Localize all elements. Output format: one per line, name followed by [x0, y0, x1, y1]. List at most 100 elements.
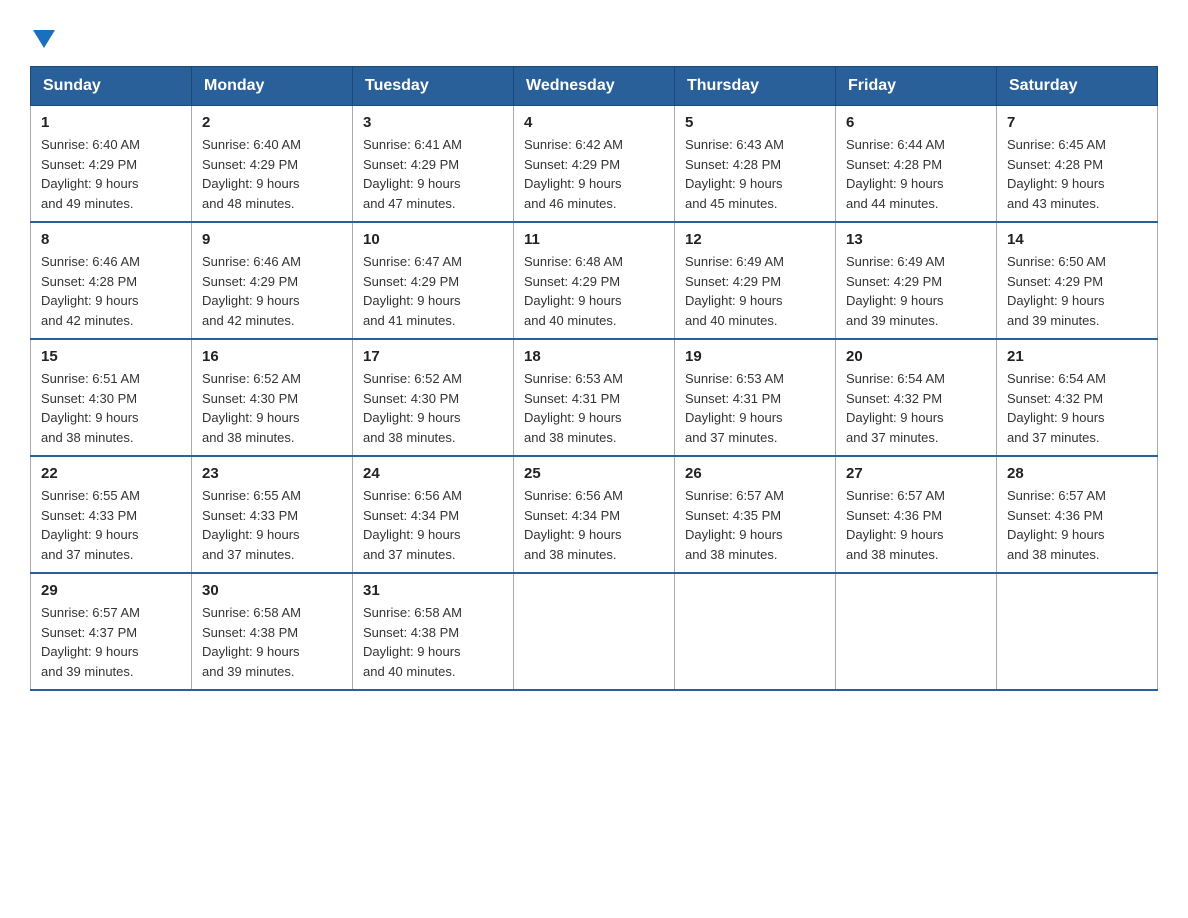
- calendar-cell: 8 Sunrise: 6:46 AMSunset: 4:28 PMDaylight…: [31, 222, 192, 339]
- day-info: Sunrise: 6:53 AMSunset: 4:31 PMDaylight:…: [685, 369, 825, 447]
- calendar-cell: 23 Sunrise: 6:55 AMSunset: 4:33 PMDayligh…: [192, 456, 353, 573]
- calendar-cell: 28 Sunrise: 6:57 AMSunset: 4:36 PMDayligh…: [997, 456, 1158, 573]
- calendar-cell: 11 Sunrise: 6:48 AMSunset: 4:29 PMDayligh…: [514, 222, 675, 339]
- day-info: Sunrise: 6:57 AMSunset: 4:35 PMDaylight:…: [685, 486, 825, 564]
- day-info: Sunrise: 6:49 AMSunset: 4:29 PMDaylight:…: [685, 252, 825, 330]
- day-info: Sunrise: 6:55 AMSunset: 4:33 PMDaylight:…: [41, 486, 181, 564]
- day-number: 29: [41, 582, 181, 599]
- calendar-cell: 24Sunrise: 6:56 AMSunset: 4:34 PMDayligh…: [353, 456, 514, 573]
- weekday-header-tuesday: Tuesday: [353, 67, 514, 106]
- day-info: Sunrise: 6:56 AMSunset: 4:34 PMDaylight:…: [363, 486, 503, 564]
- day-number: 1: [41, 114, 181, 131]
- day-number: 2: [202, 114, 342, 131]
- day-number: 3: [363, 114, 503, 131]
- day-number: 30: [202, 582, 342, 599]
- day-info: Sunrise: 6:52 AMSunset: 4:30 PMDaylight:…: [202, 369, 342, 447]
- calendar-cell: 2 Sunrise: 6:40 AMSunset: 4:29 PMDaylight…: [192, 106, 353, 223]
- calendar-cell: 3 Sunrise: 6:41 AMSunset: 4:29 PMDaylight…: [353, 106, 514, 223]
- day-info: Sunrise: 6:41 AMSunset: 4:29 PMDaylight:…: [363, 135, 503, 213]
- page-header: [30, 20, 1158, 48]
- calendar-cell: 29 Sunrise: 6:57 AMSunset: 4:37 PMDayligh…: [31, 573, 192, 690]
- day-info: Sunrise: 6:54 AMSunset: 4:32 PMDaylight:…: [1007, 369, 1147, 447]
- calendar-cell: 5 Sunrise: 6:43 AMSunset: 4:28 PMDaylight…: [675, 106, 836, 223]
- calendar-table: SundayMondayTuesdayWednesdayThursdayFrid…: [30, 66, 1158, 691]
- weekday-header-wednesday: Wednesday: [514, 67, 675, 106]
- day-info: Sunrise: 6:51 AMSunset: 4:30 PMDaylight:…: [41, 369, 181, 447]
- day-info: Sunrise: 6:57 AMSunset: 4:37 PMDaylight:…: [41, 603, 181, 681]
- day-number: 19: [685, 348, 825, 365]
- logo-blue-text: [30, 30, 55, 48]
- calendar-cell: 30 Sunrise: 6:58 AMSunset: 4:38 PMDayligh…: [192, 573, 353, 690]
- weekday-header-row: SundayMondayTuesdayWednesdayThursdayFrid…: [31, 67, 1158, 106]
- day-number: 5: [685, 114, 825, 131]
- calendar-cell: 17 Sunrise: 6:52 AMSunset: 4:30 PMDayligh…: [353, 339, 514, 456]
- calendar-cell: 15 Sunrise: 6:51 AMSunset: 4:30 PMDayligh…: [31, 339, 192, 456]
- calendar-cell: 4 Sunrise: 6:42 AMSunset: 4:29 PMDaylight…: [514, 106, 675, 223]
- weekday-header-thursday: Thursday: [675, 67, 836, 106]
- day-info: Sunrise: 6:57 AMSunset: 4:36 PMDaylight:…: [846, 486, 986, 564]
- day-info: Sunrise: 6:57 AMSunset: 4:36 PMDaylight:…: [1007, 486, 1147, 564]
- calendar-cell: [514, 573, 675, 690]
- day-info: Sunrise: 6:44 AMSunset: 4:28 PMDaylight:…: [846, 135, 986, 213]
- calendar-cell: [997, 573, 1158, 690]
- day-number: 8: [41, 231, 181, 248]
- calendar-cell: [675, 573, 836, 690]
- day-info: Sunrise: 6:55 AMSunset: 4:33 PMDaylight:…: [202, 486, 342, 564]
- day-info: Sunrise: 6:53 AMSunset: 4:31 PMDaylight:…: [524, 369, 664, 447]
- weekday-header-monday: Monday: [192, 67, 353, 106]
- calendar-cell: 27 Sunrise: 6:57 AMSunset: 4:36 PMDayligh…: [836, 456, 997, 573]
- day-info: Sunrise: 6:58 AMSunset: 4:38 PMDaylight:…: [363, 603, 503, 681]
- calendar-cell: 1 Sunrise: 6:40 AMSunset: 4:29 PMDaylight…: [31, 106, 192, 223]
- calendar-cell: 13Sunrise: 6:49 AMSunset: 4:29 PMDayligh…: [836, 222, 997, 339]
- day-number: 7: [1007, 114, 1147, 131]
- day-number: 12: [685, 231, 825, 248]
- day-number: 18: [524, 348, 664, 365]
- day-number: 31: [363, 582, 503, 599]
- day-info: Sunrise: 6:45 AMSunset: 4:28 PMDaylight:…: [1007, 135, 1147, 213]
- day-number: 13: [846, 231, 986, 248]
- weekday-header-sunday: Sunday: [31, 67, 192, 106]
- calendar-cell: 31 Sunrise: 6:58 AMSunset: 4:38 PMDayligh…: [353, 573, 514, 690]
- calendar-cell: 18 Sunrise: 6:53 AMSunset: 4:31 PMDayligh…: [514, 339, 675, 456]
- calendar-week-row: 1 Sunrise: 6:40 AMSunset: 4:29 PMDaylight…: [31, 106, 1158, 223]
- logo-triangle-icon: [33, 30, 55, 48]
- calendar-cell: 21 Sunrise: 6:54 AMSunset: 4:32 PMDayligh…: [997, 339, 1158, 456]
- weekday-header-friday: Friday: [836, 67, 997, 106]
- day-info: Sunrise: 6:46 AMSunset: 4:29 PMDaylight:…: [202, 252, 342, 330]
- calendar-cell: 19 Sunrise: 6:53 AMSunset: 4:31 PMDayligh…: [675, 339, 836, 456]
- day-info: Sunrise: 6:40 AMSunset: 4:29 PMDaylight:…: [41, 135, 181, 213]
- day-number: 17: [363, 348, 503, 365]
- day-number: 26: [685, 465, 825, 482]
- day-number: 28: [1007, 465, 1147, 482]
- day-number: 6: [846, 114, 986, 131]
- day-info: Sunrise: 6:48 AMSunset: 4:29 PMDaylight:…: [524, 252, 664, 330]
- day-info: Sunrise: 6:43 AMSunset: 4:28 PMDaylight:…: [685, 135, 825, 213]
- day-info: Sunrise: 6:40 AMSunset: 4:29 PMDaylight:…: [202, 135, 342, 213]
- day-info: Sunrise: 6:56 AMSunset: 4:34 PMDaylight:…: [524, 486, 664, 564]
- calendar-cell: 14Sunrise: 6:50 AMSunset: 4:29 PMDayligh…: [997, 222, 1158, 339]
- day-number: 4: [524, 114, 664, 131]
- day-number: 15: [41, 348, 181, 365]
- calendar-cell: 7 Sunrise: 6:45 AMSunset: 4:28 PMDaylight…: [997, 106, 1158, 223]
- calendar-cell: 26 Sunrise: 6:57 AMSunset: 4:35 PMDayligh…: [675, 456, 836, 573]
- weekday-header-saturday: Saturday: [997, 67, 1158, 106]
- day-number: 9: [202, 231, 342, 248]
- day-number: 10: [363, 231, 503, 248]
- day-number: 27: [846, 465, 986, 482]
- calendar-cell: 9 Sunrise: 6:46 AMSunset: 4:29 PMDaylight…: [192, 222, 353, 339]
- day-number: 25: [524, 465, 664, 482]
- day-info: Sunrise: 6:50 AMSunset: 4:29 PMDaylight:…: [1007, 252, 1147, 330]
- day-number: 23: [202, 465, 342, 482]
- day-number: 22: [41, 465, 181, 482]
- calendar-week-row: 8 Sunrise: 6:46 AMSunset: 4:28 PMDaylight…: [31, 222, 1158, 339]
- logo: [30, 30, 55, 48]
- day-number: 21: [1007, 348, 1147, 365]
- day-info: Sunrise: 6:52 AMSunset: 4:30 PMDaylight:…: [363, 369, 503, 447]
- day-info: Sunrise: 6:58 AMSunset: 4:38 PMDaylight:…: [202, 603, 342, 681]
- day-number: 11: [524, 231, 664, 248]
- day-info: Sunrise: 6:42 AMSunset: 4:29 PMDaylight:…: [524, 135, 664, 213]
- calendar-cell: 12 Sunrise: 6:49 AMSunset: 4:29 PMDayligh…: [675, 222, 836, 339]
- day-info: Sunrise: 6:46 AMSunset: 4:28 PMDaylight:…: [41, 252, 181, 330]
- calendar-cell: 16Sunrise: 6:52 AMSunset: 4:30 PMDayligh…: [192, 339, 353, 456]
- calendar-cell: 22 Sunrise: 6:55 AMSunset: 4:33 PMDayligh…: [31, 456, 192, 573]
